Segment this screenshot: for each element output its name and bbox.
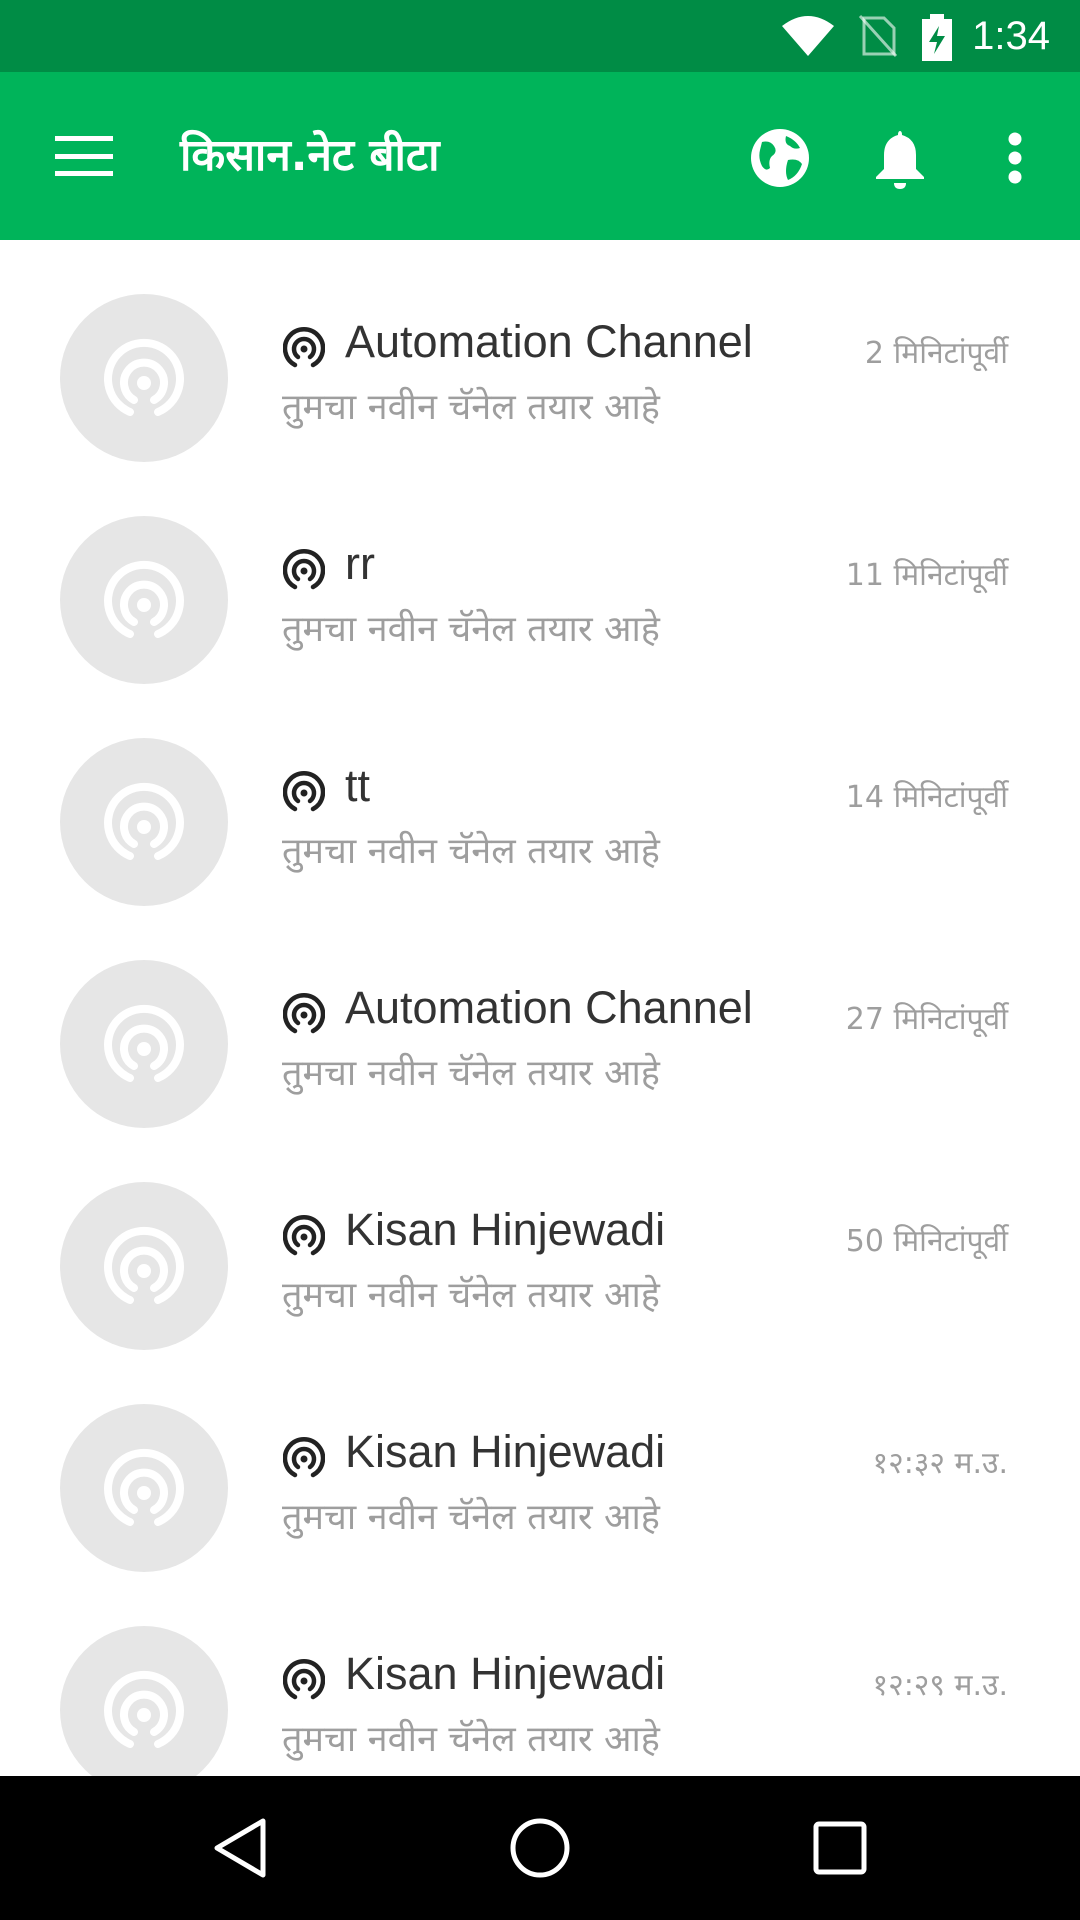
- channel-name: Kisan Hinjewadi: [345, 1204, 666, 1255]
- back-icon: [214, 1818, 266, 1878]
- channel-timestamp: 14 मिनिटांपूर्वी: [845, 780, 1008, 815]
- channel-avatar: [60, 1404, 228, 1572]
- channel-avatar: [60, 1182, 228, 1350]
- broadcast-icon: [104, 338, 184, 416]
- channel-timestamp: १२:३२ म.उ.: [872, 1446, 1009, 1481]
- menu-icon: [55, 136, 113, 176]
- channel-name: Kisan Hinjewadi: [345, 1648, 666, 1699]
- battery-charging-icon: [922, 14, 952, 61]
- wifi-icon: [782, 16, 834, 56]
- navigation-bar: [0, 1776, 1080, 1920]
- channel-timestamp: १२:२९ म.उ.: [872, 1668, 1009, 1703]
- channel-last-message: तुमचा नवीन चॅनेल तयार आहे: [282, 1719, 660, 1760]
- home-button[interactable]: [504, 1812, 576, 1884]
- channel-last-message: तुमचा नवीन चॅनेल तयार आहे: [282, 387, 660, 428]
- broadcast-icon: [104, 782, 184, 860]
- channel-broadcast-icon: [283, 327, 325, 368]
- status-bar: 1:34: [0, 0, 1080, 72]
- channel-list: Automation Channel तुमचा नवीन चॅनेल तयार…: [0, 240, 1080, 1776]
- recents-icon: [813, 1821, 867, 1875]
- channel-row[interactable]: Kisan Hinjewadi तुमचा नवीन चॅनेल तयार आह…: [0, 1128, 1080, 1350]
- broadcast-icon: [104, 1226, 184, 1304]
- channel-name: Kisan Hinjewadi: [345, 1426, 666, 1477]
- channel-avatar: [60, 294, 228, 462]
- broadcast-icon: [104, 1448, 184, 1526]
- status-time: 1:34: [972, 14, 1050, 58]
- channel-row[interactable]: rr तुमचा नवीन चॅनेल तयार आहे 11 मिनिटांप…: [0, 462, 1080, 684]
- channel-timestamp: 27 मिनिटांपूर्वी: [845, 1002, 1008, 1037]
- channel-last-message: तुमचा नवीन चॅनेल तयार आहे: [282, 831, 660, 872]
- more-options-button[interactable]: [980, 116, 1050, 200]
- home-icon: [510, 1818, 570, 1878]
- recents-button[interactable]: [804, 1812, 876, 1884]
- channel-broadcast-icon: [283, 993, 325, 1034]
- channel-broadcast-icon: [283, 1437, 325, 1478]
- language-button[interactable]: [738, 116, 822, 200]
- channel-name: Automation Channel: [345, 316, 753, 367]
- channel-broadcast-icon: [283, 1215, 325, 1256]
- channel-name: Automation Channel: [345, 982, 753, 1033]
- channel-row[interactable]: Automation Channel तुमचा नवीन चॅनेल तयार…: [0, 240, 1080, 462]
- channel-avatar: [60, 738, 228, 906]
- app-title: किसान.नेट बीटा: [180, 130, 440, 181]
- channel-last-message: तुमचा नवीन चॅनेल तयार आहे: [282, 1053, 660, 1094]
- channel-row[interactable]: Automation Channel तुमचा नवीन चॅनेल तयार…: [0, 906, 1080, 1128]
- channel-broadcast-icon: [283, 771, 325, 812]
- channel-broadcast-icon: [283, 1659, 325, 1700]
- channel-last-message: तुमचा नवीन चॅनेल तयार आहे: [282, 1275, 660, 1316]
- channel-name: rr: [345, 538, 375, 589]
- channel-timestamp: 50 मिनिटांपूर्वी: [845, 1224, 1008, 1259]
- channel-avatar: [60, 960, 228, 1128]
- channel-last-message: तुमचा नवीन चॅनेल तयार आहे: [282, 1497, 660, 1538]
- globe-icon: [751, 129, 809, 187]
- channel-row[interactable]: Kisan Hinjewadi तुमचा नवीन चॅनेल तयार आह…: [0, 1572, 1080, 1776]
- channel-name: tt: [345, 760, 371, 811]
- channel-timestamp: 2 मिनिटांपूर्वी: [864, 336, 1008, 371]
- channel-row[interactable]: tt तुमचा नवीन चॅनेल तयार आहे 14 मिनिटांप…: [0, 684, 1080, 906]
- no-sim-icon: [858, 14, 898, 58]
- channel-last-message: तुमचा नवीन चॅनेल तयार आहे: [282, 609, 660, 650]
- broadcast-icon: [104, 1670, 184, 1748]
- back-button[interactable]: [204, 1812, 276, 1884]
- channel-row[interactable]: Kisan Hinjewadi तुमचा नवीन चॅनेल तयार आह…: [0, 1350, 1080, 1572]
- broadcast-icon: [104, 560, 184, 638]
- channel-broadcast-icon: [283, 549, 325, 590]
- bell-icon: [876, 131, 924, 189]
- app-bar: किसान.नेट बीटा: [0, 72, 1080, 240]
- channel-timestamp: 11 मिनिटांपूर्वी: [845, 558, 1008, 593]
- broadcast-icon: [104, 1004, 184, 1082]
- channel-avatar: [60, 1626, 228, 1776]
- channel-avatar: [60, 516, 228, 684]
- notifications-button[interactable]: [858, 116, 942, 200]
- menu-button[interactable]: [40, 116, 128, 196]
- more-vert-icon: [1008, 132, 1022, 184]
